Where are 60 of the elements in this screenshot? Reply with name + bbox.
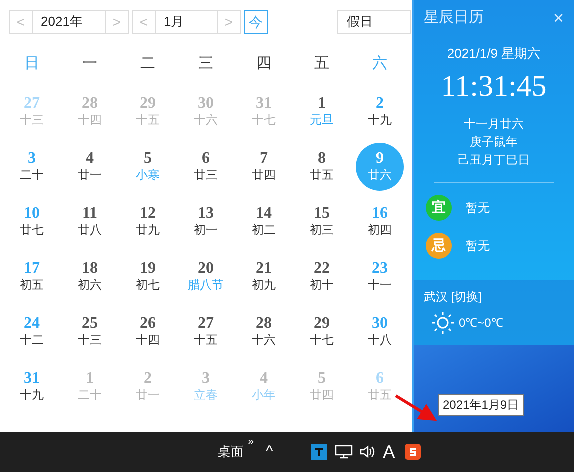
- app-title: 星辰日历: [424, 8, 484, 28]
- sun-icon: [431, 311, 455, 335]
- tooltip: 2021年1月9日: [438, 394, 524, 416]
- lunar-text: 庚子鼠年: [470, 135, 518, 150]
- weekday-label: 日: [24, 54, 40, 74]
- holiday-dropdown[interactable]: 假日: [337, 10, 411, 34]
- input-method-icon[interactable]: [405, 444, 422, 460]
- day-cell[interactable]: 18 初六: [66, 252, 114, 300]
- weekday-label: 四: [256, 54, 272, 74]
- day-cell[interactable]: 29 十七: [298, 308, 346, 356]
- day-cell[interactable]: 28 十六: [240, 308, 288, 356]
- day-cell[interactable]: 7 廿四: [240, 142, 288, 190]
- advice-text: 暂无: [466, 238, 490, 255]
- advice-text: 暂无: [466, 200, 490, 217]
- day-cell[interactable]: 5 小寒: [124, 142, 172, 190]
- day-cell[interactable]: 21 初九: [240, 252, 288, 300]
- day-cell[interactable]: 27 十五: [182, 308, 230, 356]
- day-cell[interactable]: 15 初三: [298, 198, 346, 246]
- show-hidden-icons-button[interactable]: ^: [266, 440, 274, 464]
- temperature-text: 0℃~0℃: [459, 315, 504, 332]
- day-cell[interactable]: 11 廿八: [66, 198, 114, 246]
- network-icon[interactable]: [335, 444, 354, 460]
- day-cell[interactable]: 17 初五: [8, 252, 56, 300]
- day-cell[interactable]: 22 初十: [298, 252, 346, 300]
- day-cell[interactable]: 4 廿一: [66, 142, 114, 190]
- weekday-label: 六: [372, 54, 388, 74]
- weekday-label: 五: [314, 54, 330, 74]
- weekday-label: 一: [82, 54, 98, 74]
- day-cell[interactable]: 20 腊八节: [182, 252, 230, 300]
- day-cell[interactable]: 24 十二: [8, 308, 56, 356]
- day-cell[interactable]: 23 十一: [356, 252, 404, 300]
- annotation-arrow: [395, 394, 438, 422]
- day-cell[interactable]: 26 十四: [124, 308, 172, 356]
- volume-icon[interactable]: [359, 444, 378, 460]
- day-cell[interactable]: 14 初二: [240, 198, 288, 246]
- day-cell[interactable]: 1 元旦: [298, 88, 346, 136]
- day-cell[interactable]: 2 十九: [356, 88, 404, 136]
- day-cell[interactable]: 13 初一: [182, 198, 230, 246]
- day-cell[interactable]: 31 十九: [8, 362, 56, 410]
- day-cell[interactable]: 12 廿九: [124, 198, 172, 246]
- day-cell[interactable]: 10 廿七: [8, 198, 56, 246]
- lunar-text: 十一月廿六: [464, 117, 524, 132]
- day-cell[interactable]: 8 廿五: [298, 142, 346, 190]
- desktop-label[interactable]: 桌面: [218, 442, 244, 462]
- day-cell[interactable]: 19 初七: [124, 252, 172, 300]
- advice-badge: 忌: [426, 233, 452, 259]
- app-tray-icon[interactable]: [311, 444, 328, 460]
- weekday-label: 二: [140, 54, 156, 74]
- date-text: 2021/1/9 星期六: [446, 44, 542, 62]
- more-button[interactable]: »: [248, 434, 254, 450]
- day-cell[interactable]: 3 二十: [8, 142, 56, 190]
- day-cell[interactable]: 25 十三: [66, 308, 114, 356]
- day-cell[interactable]: 30 十八: [356, 308, 404, 356]
- day-cell[interactable]: 6 廿三: [182, 142, 230, 190]
- input-method-indicator[interactable]: A: [383, 438, 396, 466]
- weekday-label: 三: [198, 54, 214, 74]
- lunar-text: 己丑月丁巳日: [458, 153, 530, 168]
- day-cell[interactable]: 16 初四: [356, 198, 404, 246]
- clock-text: 11:31:45: [440, 69, 548, 105]
- advice-badge: 宜: [426, 195, 452, 221]
